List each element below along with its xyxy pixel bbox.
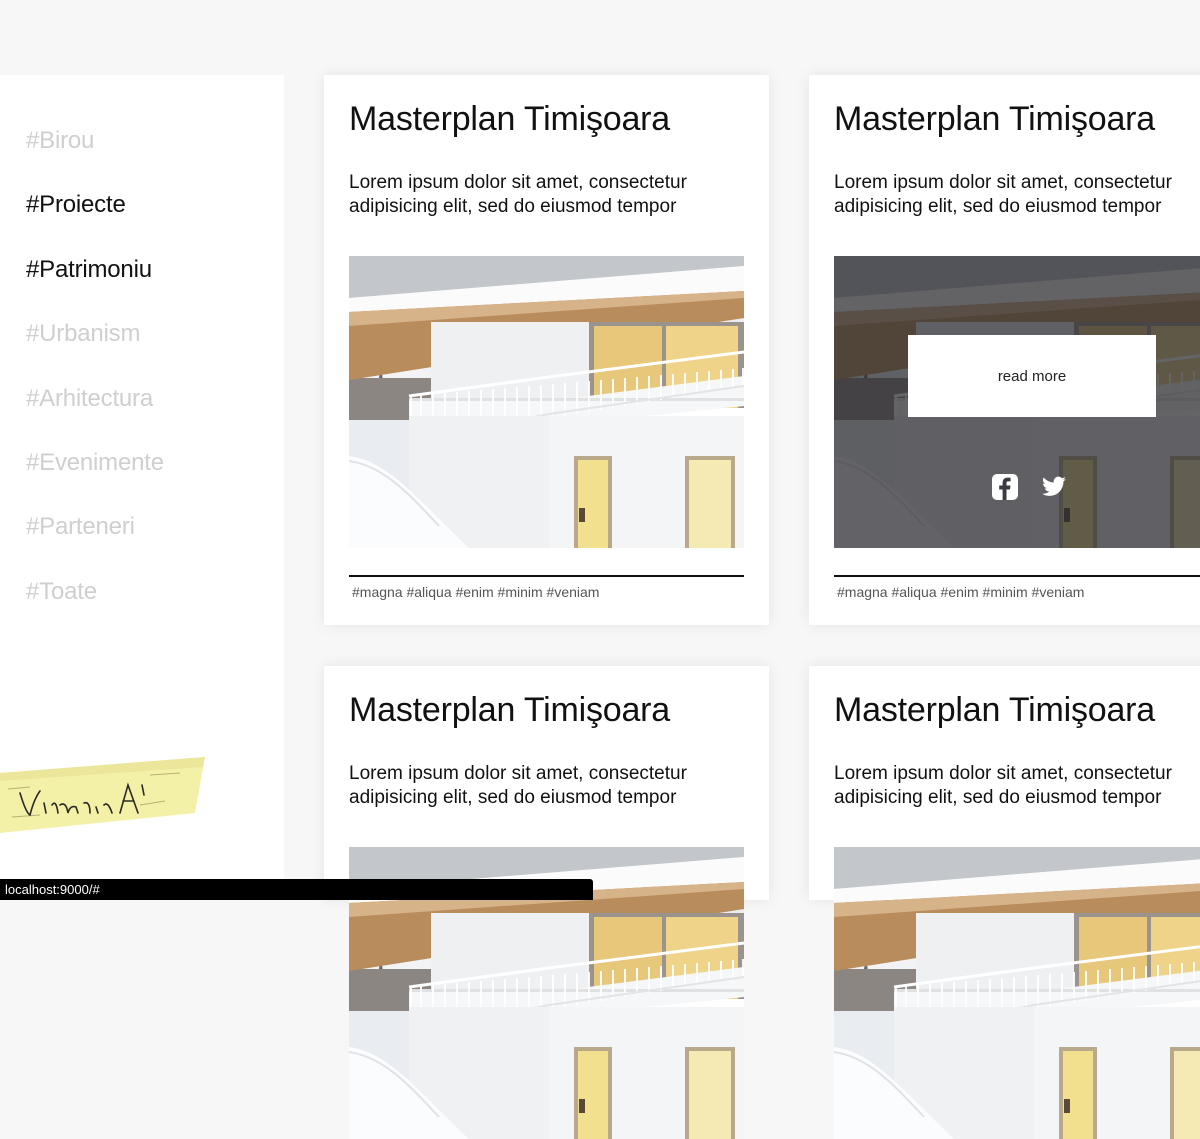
sidebar-item-birou[interactable]: #Birou: [26, 123, 164, 187]
sidebar-item-proiecte[interactable]: #Proiecte: [26, 187, 164, 251]
card-title[interactable]: Masterplan Timişoara: [834, 97, 1155, 141]
card-title[interactable]: Masterplan Timişoara: [349, 97, 670, 141]
facebook-icon[interactable]: [992, 474, 1018, 500]
project-card[interactable]: Masterplan Timişoara Lorem ipsum dolor s…: [324, 666, 769, 900]
project-card-hovered[interactable]: Masterplan Timişoara Lorem ipsum dolor s…: [809, 75, 1200, 625]
share-icons: [992, 474, 1066, 500]
card-description: Lorem ipsum dolor sit amet, consectetur …: [349, 763, 687, 808]
card-description: Lorem ipsum dolor sit amet, consectetur …: [349, 172, 687, 217]
card-tags[interactable]: #magna #aliqua #enim #minim #veniam: [837, 584, 1084, 600]
card-image[interactable]: [834, 847, 1200, 1139]
sidebar-item-parteneri[interactable]: #Parteneri: [26, 509, 164, 573]
card-description: Lorem ipsum dolor sit amet, consectetur …: [834, 763, 1172, 808]
link-status-bar: localhost:9000/#: [0, 879, 593, 900]
sidebar-item-patrimoniu[interactable]: #Patrimoniu: [26, 252, 164, 316]
divider: [349, 575, 744, 577]
card-image[interactable]: [349, 256, 744, 548]
twitter-icon[interactable]: [1040, 474, 1066, 500]
sidebar-item-evenimente[interactable]: #Evenimente: [26, 445, 164, 509]
sidebar-nav: #Birou #Proiecte #Patrimoniu #Urbanism #…: [26, 123, 164, 638]
card-description: Lorem ipsum dolor sit amet, consectetur …: [834, 172, 1172, 217]
vitamin-a-logo[interactable]: [0, 755, 210, 835]
sidebar-item-toate[interactable]: #Toate: [26, 574, 164, 638]
image-hover-overlay: read more: [834, 256, 1200, 548]
sidebar-item-arhitectura[interactable]: #Arhitectura: [26, 381, 164, 445]
project-card[interactable]: Masterplan Timişoara Lorem ipsum dolor s…: [809, 666, 1200, 900]
read-more-button[interactable]: read more: [908, 335, 1156, 417]
project-card[interactable]: Masterplan Timişoara Lorem ipsum dolor s…: [324, 75, 769, 625]
sidebar: #Birou #Proiecte #Patrimoniu #Urbanism #…: [0, 75, 284, 900]
card-title[interactable]: Masterplan Timişoara: [834, 688, 1155, 732]
card-tags[interactable]: #magna #aliqua #enim #minim #veniam: [352, 584, 599, 600]
card-title[interactable]: Masterplan Timişoara: [349, 688, 670, 732]
card-image[interactable]: read more: [834, 256, 1200, 548]
divider: [834, 575, 1200, 577]
sidebar-item-urbanism[interactable]: #Urbanism: [26, 316, 164, 380]
